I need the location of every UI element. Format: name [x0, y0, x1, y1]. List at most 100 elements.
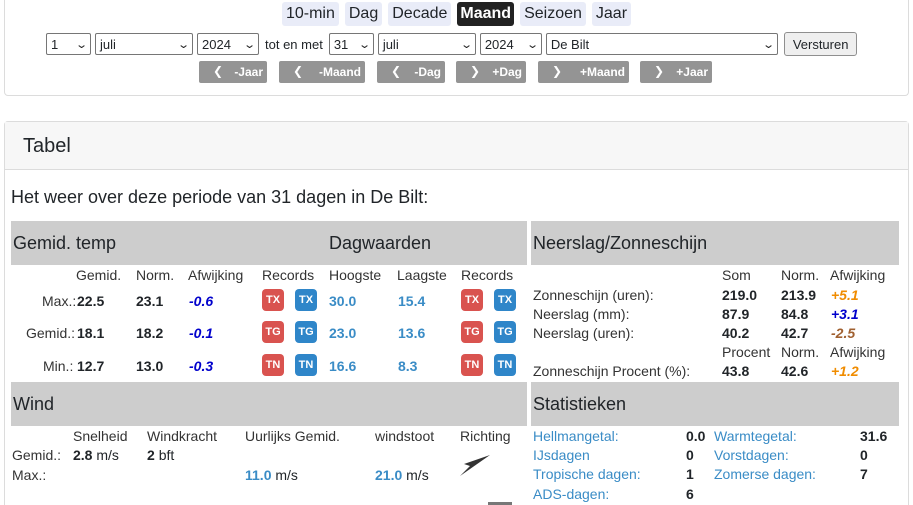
- to-month-select[interactable]: juli ⌄: [377, 33, 476, 55]
- chevron-left-icon: ❮: [213, 64, 224, 78]
- temp-lowest[interactable]: 15.4: [398, 293, 425, 309]
- stat-value: 6: [686, 486, 694, 502]
- precip-row-label: Neerslag (mm):: [533, 306, 630, 322]
- stat-link-zomerse-dagen[interactable]: Zomerse dagen:: [714, 466, 816, 482]
- record-badge-cold[interactable]: TN: [295, 354, 317, 376]
- stat-value: 7: [860, 466, 868, 482]
- wind-header-bar: Wind: [11, 382, 527, 426]
- from-day-select[interactable]: 1 ⌄: [46, 33, 91, 55]
- stat-value: 31.6: [860, 428, 888, 444]
- to-year-select[interactable]: 2024 ⌄: [479, 33, 542, 55]
- stat-value: 0: [686, 447, 694, 463]
- temp-value: 18.1: [77, 325, 105, 341]
- chevron-down-icon: ⌄: [176, 38, 190, 51]
- card-title: Tabel: [5, 122, 908, 170]
- temp-col-records: Records: [262, 267, 315, 283]
- period-tabs: 10-min Dag Decade Maand Seizoen Jaar: [0, 2, 913, 26]
- stat-value: 1: [686, 466, 694, 482]
- record-badge-cold[interactable]: TG: [494, 321, 516, 343]
- tab-10min[interactable]: 10-min: [281, 2, 339, 26]
- stat-link-ads-dagen[interactable]: ADS-dagen:: [533, 486, 609, 502]
- wind-title: Wind: [13, 394, 55, 414]
- temp-row-label: Max.:: [42, 293, 77, 309]
- temp-highest[interactable]: 16.6: [329, 358, 356, 374]
- to-day-select[interactable]: 31 ⌄: [328, 33, 374, 55]
- record-badge-cold[interactable]: TX: [494, 289, 516, 311]
- chevron-down-icon: ⌄: [525, 38, 539, 51]
- record-badge-cold[interactable]: TX: [295, 289, 317, 311]
- temp-lowest[interactable]: 8.3: [398, 358, 417, 374]
- precip-col-afwijking-2: Afwijking: [830, 344, 886, 360]
- wind-max-gust[interactable]: 21.0 m/s: [375, 467, 429, 483]
- precip-value: 40.2: [722, 325, 750, 341]
- wind-row-label: Gemid.:: [12, 447, 62, 463]
- precip-row-label: Zonneschijn Procent (%):: [533, 363, 691, 379]
- precip-value: 87.9: [722, 306, 750, 322]
- record-badge-cold[interactable]: TN: [494, 354, 516, 376]
- temp-deviation: -0.6: [189, 293, 214, 309]
- next-day-button[interactable]: ❯ +Dag: [456, 61, 526, 83]
- wind-avg-speed: 2.8 m/s: [73, 447, 119, 463]
- record-badge-warm[interactable]: TG: [461, 321, 483, 343]
- chevron-left-icon: ❮: [293, 64, 304, 78]
- temp-norm: 23.1: [136, 293, 164, 309]
- precip-row-label: Neerslag (uren):: [533, 325, 635, 341]
- prev-year-button[interactable]: ❮ -Jaar: [199, 61, 267, 83]
- tab-seizoen[interactable]: Seizoen: [520, 2, 586, 26]
- stat-link-hellmann[interactable]: Hellmangetal:: [533, 428, 619, 444]
- temp-col-records-2: Records: [461, 267, 514, 283]
- tab-maand[interactable]: Maand: [457, 2, 515, 26]
- wind-col-windkracht: Windkracht: [147, 428, 218, 444]
- chevron-down-icon: ⌄: [761, 38, 775, 51]
- stat-link-warmtegetal[interactable]: Warmtegetal:: [714, 428, 797, 444]
- submit-button[interactable]: Versturen: [783, 32, 858, 56]
- from-month-select[interactable]: juli ⌄: [95, 33, 193, 55]
- temp-norm: 13.0: [136, 358, 164, 374]
- wind-max-hourly[interactable]: 11.0 m/s: [245, 467, 298, 483]
- precip-deviation: +1.2: [831, 363, 859, 379]
- wind-col-uurlijks: Uurlijks Gemid.: [245, 428, 340, 444]
- stat-value: 0.0: [686, 428, 706, 444]
- station-select[interactable]: De Bilt ⌄: [545, 33, 778, 55]
- temp-col-laagste: Laagste: [397, 267, 447, 283]
- chevron-right-icon: ❯: [470, 64, 481, 78]
- temp-highest[interactable]: 23.0: [329, 325, 356, 341]
- precip-deviation: -2.5: [831, 325, 856, 341]
- temp-deviation: -0.1: [189, 325, 214, 341]
- temp-highest[interactable]: 30.0: [329, 293, 356, 309]
- precip-norm: 42.6: [781, 363, 809, 379]
- wind-col-richting: Richting: [460, 428, 511, 444]
- tab-dag[interactable]: Dag: [344, 2, 383, 26]
- intro-text: Het weer over deze periode van 31 dagen …: [11, 187, 429, 207]
- wind-avg-force: 2 bft: [147, 447, 175, 463]
- tab-decade[interactable]: Decade: [388, 2, 452, 26]
- stat-link-vorstdagen[interactable]: Vorstdagen:: [714, 447, 789, 463]
- record-badge-warm[interactable]: TN: [461, 354, 483, 376]
- precip-deviation: +5.1: [831, 287, 859, 303]
- prev-month-button[interactable]: ❮ -Maand: [279, 61, 365, 83]
- chevron-down-icon: ⌄: [357, 38, 371, 51]
- chevron-right-icon: ❯: [552, 64, 563, 78]
- from-year-select[interactable]: 2024 ⌄: [197, 33, 259, 55]
- next-month-button[interactable]: ❯ +Maand: [538, 61, 629, 83]
- precip-norm: 84.8: [781, 306, 809, 322]
- record-badge-warm[interactable]: TX: [461, 289, 483, 311]
- temp-lowest[interactable]: 13.6: [398, 325, 425, 341]
- temp-col-gemid: Gemid.: [76, 267, 122, 283]
- precip-header-bar: Neerslag/Zonneschijn: [531, 221, 899, 265]
- record-badge-warm[interactable]: TN: [262, 354, 284, 376]
- precip-row-label: Zonneschijn (uren):: [533, 287, 654, 303]
- record-badge-cold[interactable]: TG: [295, 321, 317, 343]
- stat-link-tropische-dagen[interactable]: Tropische dagen:: [533, 466, 641, 482]
- chevron-down-icon: ⌄: [74, 38, 88, 51]
- temp-col-hoogste: Hoogste: [329, 267, 382, 283]
- record-badge-warm[interactable]: TX: [262, 289, 284, 311]
- temp-title: Gemid. temp: [13, 233, 117, 253]
- prev-day-button[interactable]: ❮ -Dag: [377, 61, 445, 83]
- precip-col-procent: Procent: [722, 344, 771, 360]
- next-year-button[interactable]: ❯ +Jaar: [640, 61, 712, 83]
- stat-link-ijsdagen[interactable]: IJsdagen: [533, 447, 590, 463]
- record-badge-warm[interactable]: TG: [262, 321, 284, 343]
- tab-jaar[interactable]: Jaar: [591, 2, 632, 26]
- temp-norm: 18.2: [136, 325, 164, 341]
